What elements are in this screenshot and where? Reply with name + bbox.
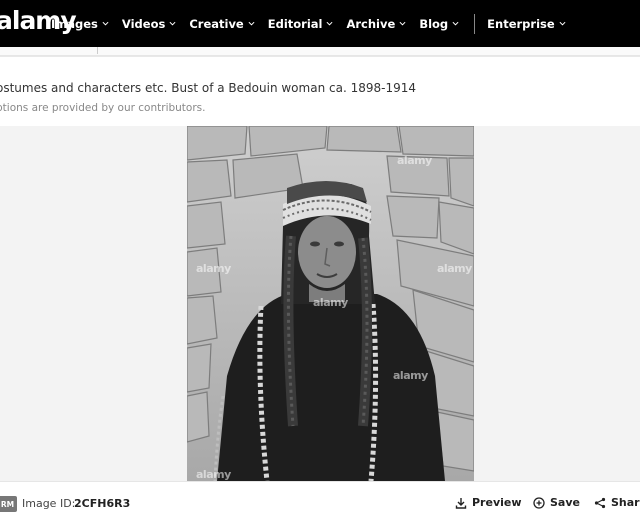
watermark: alamy <box>437 262 472 275</box>
chevron-down-icon <box>169 21 176 26</box>
nav-item-archive[interactable]: Archive <box>346 17 406 31</box>
main-photo[interactable]: alamy alamy alamy alamy alamy alamy <box>187 126 474 481</box>
chevron-down-icon <box>248 21 255 26</box>
image-id-value: 2CFH6R3 <box>74 497 131 510</box>
watermark: alamy <box>196 262 231 275</box>
chevron-down-icon <box>326 21 333 26</box>
image-action-bar: RM Image ID: 2CFH6R3 Preview Save Share <box>0 481 640 526</box>
nav-item-enterprise[interactable]: Enterprise <box>487 17 566 31</box>
nav-item-label: Creative <box>189 16 244 31</box>
share-label: Share <box>611 496 640 509</box>
download-icon <box>455 497 467 509</box>
nav-item-videos[interactable]: Videos <box>122 17 176 31</box>
preview-label: Preview <box>472 496 522 509</box>
watermark: alamy <box>393 369 428 382</box>
save-button[interactable]: Save <box>533 496 580 509</box>
search-bar-strip <box>0 47 640 56</box>
main-nav: Images Videos Creative Editorial Archive… <box>51 0 579 47</box>
watermark: alamy <box>313 296 348 309</box>
image-id-label: Image ID: <box>22 497 76 510</box>
chevron-down-icon <box>559 21 566 26</box>
nav-item-images[interactable]: Images <box>51 17 109 31</box>
nav-item-label: Videos <box>121 16 166 31</box>
chevron-down-icon <box>399 21 406 26</box>
divider <box>97 47 98 54</box>
watermark: alamy <box>196 468 231 481</box>
image-viewer: alamy alamy alamy alamy alamy alamy <box>0 126 640 481</box>
watermark: alamy <box>397 154 432 167</box>
nav-item-label: Archive <box>346 16 396 31</box>
nav-item-label: Editorial <box>267 16 323 31</box>
top-nav-bar: alamy Images Videos Creative Editorial A… <box>0 0 640 47</box>
nav-item-label: Images <box>51 16 98 31</box>
plus-circle-icon <box>533 496 545 509</box>
nav-item-creative[interactable]: Creative <box>189 16 255 31</box>
caption-disclaimer: ptions are provided by our contributors. <box>0 102 206 114</box>
nav-item-blog[interactable]: Blog <box>419 17 459 31</box>
chevron-down-icon <box>452 21 459 26</box>
nav-item-label: Blog <box>419 16 449 31</box>
save-label: Save <box>550 496 580 509</box>
share-button[interactable]: Share <box>594 496 640 509</box>
license-badge: RM <box>0 496 17 512</box>
nav-item-label: Enterprise <box>487 16 555 31</box>
preview-button[interactable]: Preview <box>455 496 522 509</box>
share-icon <box>594 497 606 508</box>
nav-item-editorial[interactable]: Editorial <box>268 17 334 31</box>
image-caption: ostumes and characters etc. Bust of a Be… <box>0 81 416 95</box>
caption-panel: ostumes and characters etc. Bust of a Be… <box>0 56 640 127</box>
nav-divider <box>474 13 476 34</box>
chevron-down-icon <box>102 21 109 26</box>
